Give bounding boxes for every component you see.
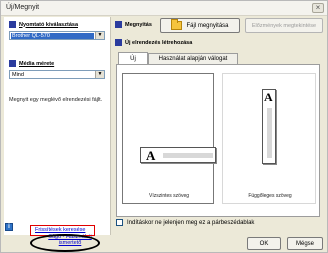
new-layout-section-label: Új elrendezés létrehozása <box>115 39 192 46</box>
card-caption: Vízszintes szöveg <box>148 193 190 199</box>
horizontal-label-preview: A <box>140 147 216 163</box>
dialog-window: Új/Megnyit × Nyomtató kiválasztása Broth… <box>0 0 328 253</box>
section-marker-icon <box>9 60 16 67</box>
media-select-value: Mind <box>12 72 24 78</box>
close-button[interactable]: × <box>312 3 324 13</box>
letter-a-icon: A <box>264 90 273 104</box>
section-marker-icon <box>115 21 122 28</box>
left-pane: Nyomtató kiválasztása Brother QL-570 ▼ M… <box>4 17 111 235</box>
tab-by-usage[interactable]: Használat alapján válogat <box>148 53 238 64</box>
tape-icon <box>163 153 213 158</box>
ok-button[interactable]: OK <box>247 237 281 250</box>
card-vertical[interactable]: A Függőleges szöveg <box>222 73 316 204</box>
dont-show-checkbox[interactable] <box>116 219 123 226</box>
support-icon: i <box>5 223 13 231</box>
dont-show-row[interactable]: Indításkor ne jelenjen meg ez a párbeszé… <box>116 219 254 226</box>
cancel-button[interactable]: Mégse <box>287 237 323 250</box>
layout-tab-panel: A Vízszintes szöveg A Függőleges szöveg <box>116 64 320 217</box>
card-horizontal[interactable]: A Vízszintes szöveg <box>122 73 216 204</box>
title-bar: Új/Megnyit × <box>1 1 327 16</box>
info-text: Megnyit egy meglévő elrendezési fájlt. <box>9 97 103 103</box>
window-title: Új/Megnyit <box>6 4 40 11</box>
media-select[interactable]: Mind ▼ <box>9 70 105 79</box>
folder-icon <box>171 19 183 30</box>
section-marker-icon <box>115 39 122 46</box>
right-pane: Megnyitás Fájl megnyitása Előzmények meg… <box>112 17 328 253</box>
highlight-ellipse <box>30 234 100 252</box>
chevron-down-icon[interactable]: ▼ <box>95 32 104 39</box>
tape-icon <box>267 108 272 158</box>
chevron-down-icon[interactable]: ▼ <box>95 71 104 78</box>
history-button[interactable]: Előzmények megtekintése <box>245 18 323 33</box>
vertical-label-preview: A <box>262 89 276 164</box>
printer-select[interactable]: Brother QL-570 ▼ <box>9 31 105 40</box>
letter-a-icon: A <box>146 148 156 163</box>
printer-section-label: Nyomtató kiválasztása <box>9 21 78 28</box>
card-caption: Függőleges szöveg <box>248 193 292 199</box>
section-marker-icon <box>9 21 16 28</box>
printer-select-value: Brother QL-570 <box>11 33 94 39</box>
tab-new[interactable]: Új <box>118 52 148 64</box>
open-section-label: Megnyitás <box>115 21 152 28</box>
open-file-button[interactable]: Fájl megnyitása <box>160 18 240 33</box>
media-section-label: Média mérete <box>9 60 54 67</box>
